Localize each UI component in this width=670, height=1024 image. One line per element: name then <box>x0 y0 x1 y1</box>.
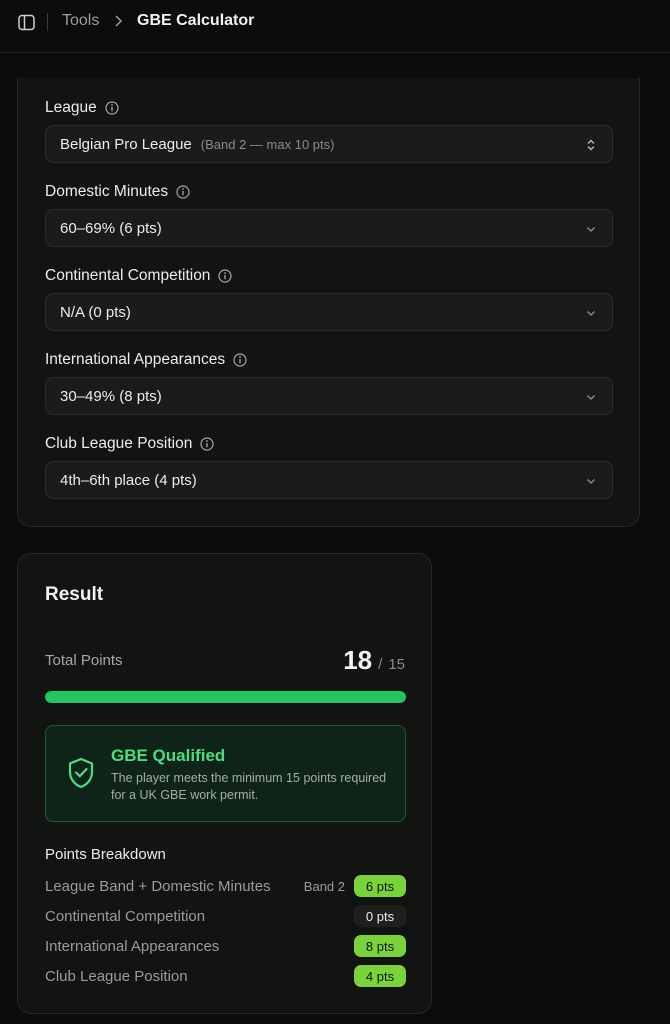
sidebar-toggle-icon[interactable] <box>17 13 35 31</box>
continental-competition-value: N/A (0 pts) <box>60 303 131 321</box>
shield-check-icon <box>66 756 96 790</box>
breakdown-row: Continental Competition 0 pts <box>45 905 406 927</box>
breakdown-label: International Appearances <box>45 937 220 955</box>
international-appearances-value: 30–49% (8 pts) <box>60 387 162 405</box>
info-icon[interactable] <box>233 353 247 367</box>
club-league-position-select[interactable]: 4th–6th place (4 pts) <box>45 461 613 499</box>
chevron-down-icon <box>584 222 598 236</box>
chevron-down-icon <box>584 474 598 488</box>
total-points-slash: / <box>378 656 383 673</box>
league-select[interactable]: Belgian Pro League (Band 2 — max 10 pts) <box>45 125 613 163</box>
calculator-form-card: League Belgian Pro League (Band 2 — max … <box>17 78 640 527</box>
chevron-down-icon <box>584 390 598 404</box>
league-label-text: League <box>45 99 97 116</box>
points-badge: 6 pts <box>354 875 406 897</box>
info-icon[interactable] <box>105 101 119 115</box>
breakdown-row: Club League Position 4 pts <box>45 965 406 987</box>
breakdown-label: Club League Position <box>45 967 188 985</box>
breakdown-row: International Appearances 8 pts <box>45 935 406 957</box>
domestic-minutes-label-text: Domestic Minutes <box>45 183 169 200</box>
top-bar: Tools GBE Calculator <box>0 0 670 53</box>
league-select-value: Belgian Pro League <box>60 135 192 153</box>
total-points-label: Total Points <box>45 652 123 669</box>
points-badge: 8 pts <box>354 935 406 957</box>
breadcrumb-tools-link[interactable]: Tools <box>62 12 99 30</box>
result-title: Result <box>45 584 104 605</box>
continental-competition-label-text: Continental Competition <box>45 267 211 284</box>
points-badge: 4 pts <box>354 965 406 987</box>
club-league-position-value: 4th–6th place (4 pts) <box>60 471 197 489</box>
breakdown-row: League Band + Domestic Minutes Band 2 6 … <box>45 875 406 897</box>
breakdown-band: Band 2 <box>303 878 345 894</box>
info-icon[interactable] <box>176 185 190 199</box>
club-league-position-label: Club League Position <box>45 435 214 453</box>
info-icon[interactable] <box>200 437 214 451</box>
club-league-position-label-text: Club League Position <box>45 435 193 452</box>
qualification-status-title: GBE Qualified <box>111 746 226 765</box>
points-progress-fill <box>45 691 406 703</box>
breakdown-label: League Band + Domestic Minutes <box>45 877 271 895</box>
points-progress-bar <box>45 691 406 703</box>
result-card: Result Total Points 18 / 15 GBE Qualifie… <box>17 553 432 1014</box>
chevron-down-icon <box>584 306 598 320</box>
international-appearances-select[interactable]: 30–49% (8 pts) <box>45 377 613 415</box>
header-divider <box>47 13 48 31</box>
domestic-minutes-label: Domestic Minutes <box>45 183 190 201</box>
international-appearances-label-text: International Appearances <box>45 351 226 368</box>
total-points-value: 18 / 15 <box>343 645 405 676</box>
qualification-status-box: GBE Qualified The player meets the minim… <box>45 725 406 822</box>
continental-competition-select[interactable]: N/A (0 pts) <box>45 293 613 331</box>
breakdown-label: Continental Competition <box>45 907 206 925</box>
continental-competition-label: Continental Competition <box>45 267 233 285</box>
info-icon[interactable] <box>218 269 233 283</box>
breakdown-title: Points Breakdown <box>45 846 166 863</box>
total-points-score: 18 <box>343 645 373 675</box>
domestic-minutes-select[interactable]: 60–69% (6 pts) <box>45 209 613 247</box>
international-appearances-label: International Appearances <box>45 351 247 369</box>
chevron-right-icon <box>112 14 124 28</box>
chevron-up-down-icon <box>584 138 598 152</box>
total-points-max: 15 <box>388 656 405 673</box>
domestic-minutes-value: 60–69% (6 pts) <box>60 219 162 237</box>
points-badge: 0 pts <box>354 905 406 927</box>
league-label: League <box>45 99 119 117</box>
page-title: GBE Calculator <box>137 12 255 29</box>
league-band-hint: (Band 2 — max 10 pts) <box>200 136 335 152</box>
qualification-status-text: The player meets the minimum 15 points r… <box>111 771 387 802</box>
